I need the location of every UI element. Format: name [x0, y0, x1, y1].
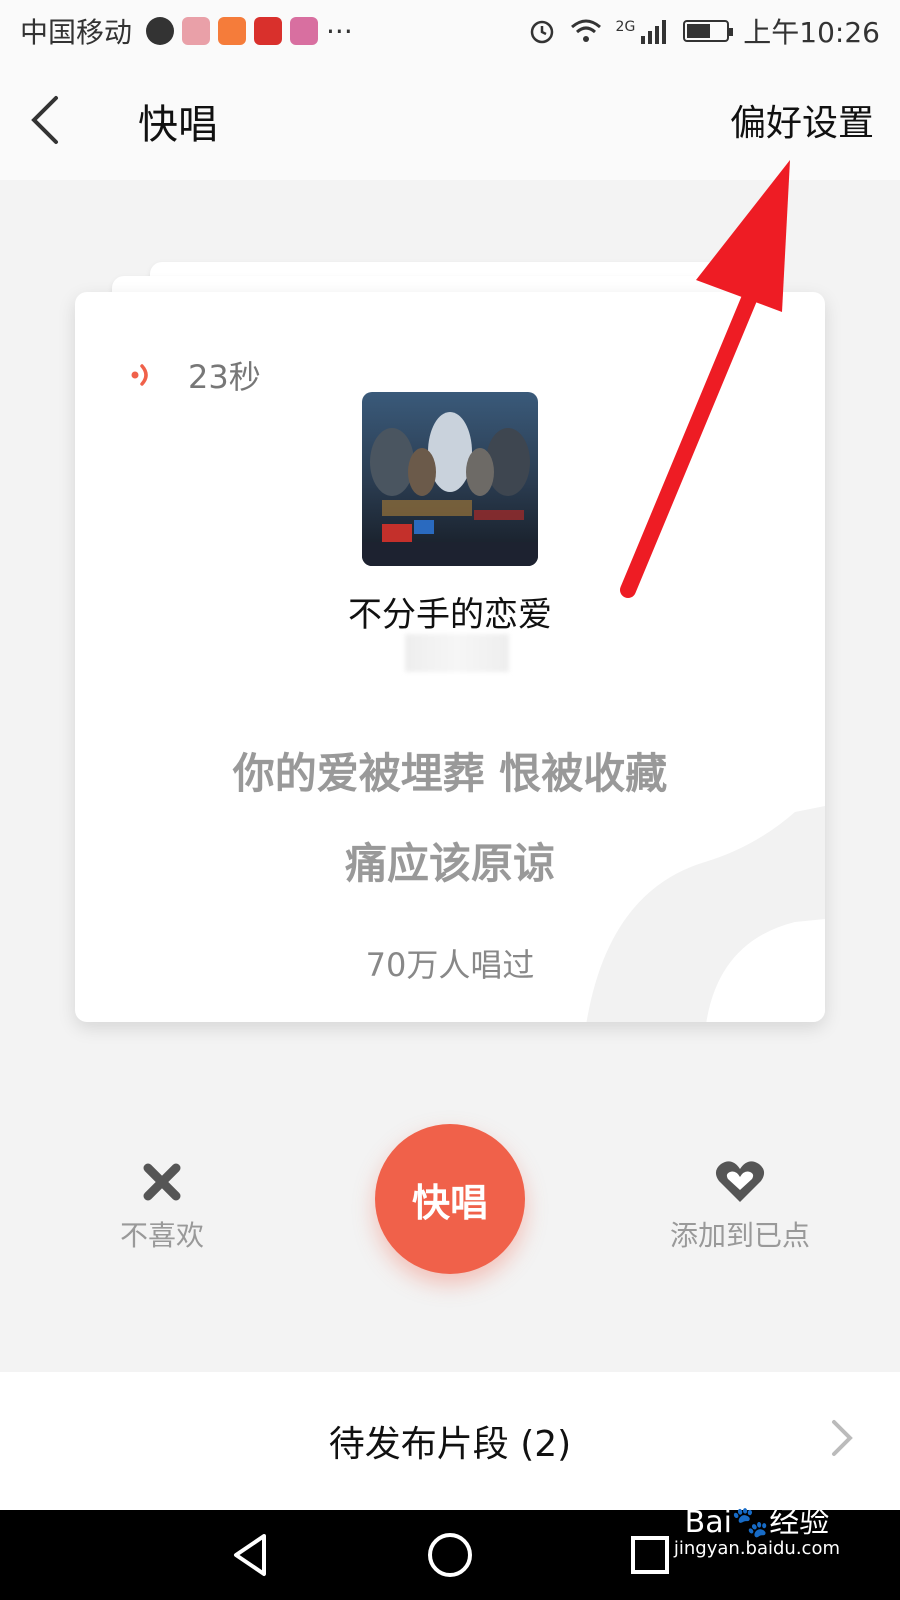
sound-icon	[131, 364, 148, 386]
battery-icon	[683, 20, 734, 42]
qq-app-icon	[146, 17, 175, 45]
song-title: 不分手的恋爱	[348, 595, 552, 635]
battery-level	[687, 24, 711, 38]
nav-back-icon[interactable]	[228, 1530, 272, 1580]
more-notifications: ···	[326, 14, 353, 48]
duration-text: 23秒	[188, 358, 261, 396]
status-left: 中国移动 ···	[20, 11, 353, 51]
wifi-icon	[570, 19, 601, 42]
sung-count: 70万人唱过	[365, 946, 535, 984]
nav-recents-icon[interactable]	[628, 1530, 672, 1580]
close-icon	[143, 1163, 181, 1201]
decoration-watermark-icon	[586, 806, 825, 1022]
lyric-line-2: 痛应该原谅	[344, 839, 555, 888]
add-to-queue-button[interactable]: 添加到已点	[660, 1160, 820, 1254]
video-app-icon	[182, 17, 211, 45]
app-header: 快唱 偏好设置	[0, 62, 900, 180]
baidu-watermark: Bai🐾经验 jingyan.baidu.com	[674, 1506, 840, 1559]
heart-icon	[715, 1161, 765, 1202]
chevron-right-icon	[832, 1420, 853, 1456]
dislike-button[interactable]: 不喜欢	[112, 1160, 212, 1254]
artist-name-redacted	[405, 634, 509, 672]
pending-clips-bar[interactable]: 待发布片段 (2)	[0, 1372, 900, 1510]
paw-icon: 🐾	[731, 1505, 770, 1540]
dislike-label: 不喜欢	[119, 1219, 204, 1252]
add-to-queue-label: 添加到已点	[669, 1219, 810, 1252]
network-type: 2G	[615, 19, 636, 35]
signal-icon	[641, 20, 667, 44]
status-bar: 中国移动 ··· 2G 上午10:26	[0, 0, 900, 62]
song-card[interactable]: 23秒 不分手的恋爱 你的爱被埋葬 恨被收藏 痛应该原谅 70万人唱过	[75, 292, 825, 1022]
chevron-left-icon[interactable]	[24, 90, 74, 150]
netease-news-icon	[254, 17, 283, 45]
carrier-name: 中国移动	[20, 16, 133, 49]
duration-row: 23秒	[130, 352, 261, 398]
nav-home-icon[interactable]	[426, 1530, 474, 1580]
watermark-url: jingyan.baidu.com	[673, 1538, 840, 1559]
clock: 上午10:26	[743, 16, 880, 49]
quick-sing-button[interactable]: 快唱	[375, 1124, 525, 1274]
music-app-icon	[290, 17, 319, 45]
play-app-icon	[218, 17, 247, 45]
preferences-button[interactable]: 偏好设置	[730, 94, 874, 146]
watermark-brand: Bai	[684, 1505, 732, 1540]
alarm-icon	[530, 20, 553, 44]
watermark-brand-suffix: 经验	[769, 1505, 830, 1540]
pending-clips-label: 待发布片段 (2)	[328, 1424, 572, 1465]
status-right: 2G 上午10:26	[528, 11, 880, 51]
album-cover	[362, 392, 538, 566]
page-title: 快唱	[138, 102, 218, 148]
lyric-line-1: 你的爱被埋葬 恨被收藏	[232, 749, 668, 798]
